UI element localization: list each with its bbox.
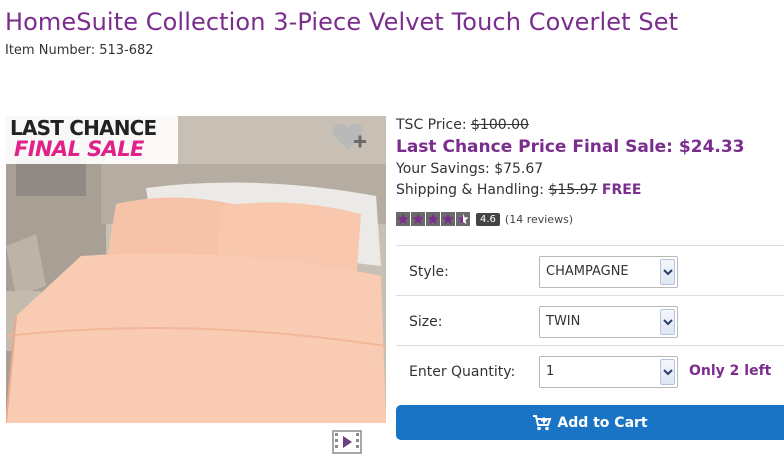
review-count-link[interactable]: (14 reviews)	[505, 213, 573, 226]
add-to-cart-label: Add to Cart	[557, 414, 648, 431]
star-icon	[396, 212, 410, 226]
stock-remaining-note: Only 2 left	[689, 363, 772, 379]
shipping-free: FREE	[601, 182, 642, 198]
size-label: Size:	[409, 314, 443, 330]
star-icon	[426, 212, 440, 226]
add-to-cart-button[interactable]: Add to Cart	[396, 405, 784, 440]
shipping-label: Shipping & Handling:	[396, 182, 545, 198]
style-label: Style:	[409, 264, 449, 280]
shipping: Shipping & Handling: $15.97 FREE	[396, 182, 641, 198]
tsc-price-label: TSC Price:	[396, 117, 467, 133]
star-half-icon	[456, 212, 470, 226]
quantity-label: Enter Quantity:	[409, 364, 516, 380]
star-rating[interactable]: 4.6 (14 reviews)	[396, 211, 573, 227]
style-select-value: CHAMPAGNE	[546, 264, 629, 279]
chevron-down-icon	[660, 309, 675, 335]
quantity-option-row: Enter Quantity: 1 Only 2 left	[396, 345, 784, 395]
chevron-down-icon	[660, 359, 675, 385]
final-sale-badge: LAST CHANCE FINAL SALE	[6, 116, 178, 164]
size-select[interactable]: TWIN	[539, 306, 678, 338]
rating-score: 4.6	[476, 212, 500, 226]
quantity-select[interactable]: 1	[539, 356, 678, 388]
savings: Your Savings: $75.67	[396, 161, 543, 177]
final-price-label: Last Chance Price Final Sale:	[396, 137, 673, 157]
quantity-select-value: 1	[546, 364, 555, 379]
tsc-price: TSC Price: $100.00	[396, 117, 529, 133]
star-icon	[441, 212, 455, 226]
heart-plus-icon[interactable]	[332, 120, 368, 154]
item-number: Item Number: 513-682	[5, 43, 154, 58]
product-title: HomeSuite Collection 3-Piece Velvet Touc…	[5, 8, 679, 36]
video-play-icon[interactable]	[332, 430, 362, 454]
product-image[interactable]: LAST CHANCE FINAL SALE	[6, 116, 386, 423]
badge-line-2: FINAL SALE	[14, 137, 144, 161]
shopping-cart-icon	[532, 414, 552, 431]
savings-label: Your Savings:	[396, 161, 490, 177]
savings-value: $75.67	[494, 161, 544, 177]
tsc-price-value: $100.00	[471, 117, 529, 133]
size-select-value: TWIN	[546, 314, 581, 329]
chevron-down-icon	[660, 259, 675, 285]
style-option-row: Style: CHAMPAGNE	[396, 245, 784, 295]
final-price-value: $24.33	[678, 137, 745, 157]
style-select[interactable]: CHAMPAGNE	[539, 256, 678, 288]
shipping-old-price: $15.97	[548, 182, 598, 198]
final-sale-price: Last Chance Price Final Sale: $24.33	[396, 137, 745, 157]
size-option-row: Size: TWIN	[396, 295, 784, 345]
star-icon	[411, 212, 425, 226]
